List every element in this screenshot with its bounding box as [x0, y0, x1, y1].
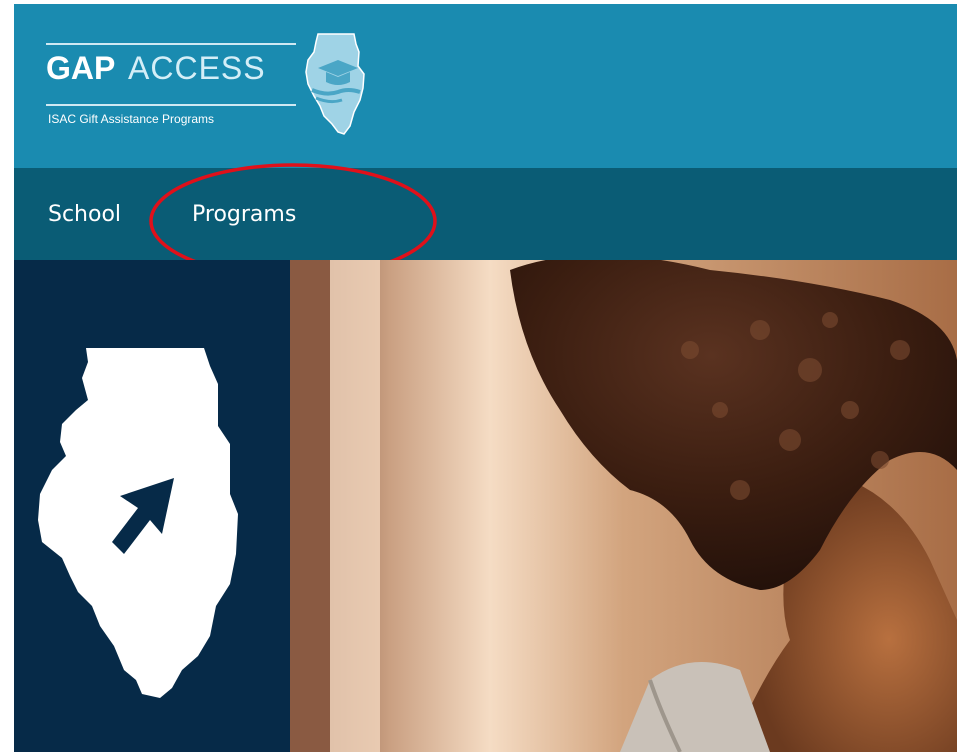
nav-item-school[interactable]: School [48, 202, 121, 227]
page: GAP ACCESS ISAC Gift Assistance Programs… [0, 0, 957, 752]
site-header: GAP ACCESS ISAC Gift Assistance Programs [14, 4, 957, 168]
logo-bottom-rule [46, 104, 296, 106]
logo-access-text: ACCESS [128, 50, 266, 86]
logo-subtitle: ISAC Gift Assistance Programs [48, 112, 215, 126]
logo-top-rule [46, 43, 296, 45]
nav-item-programs[interactable]: Programs [192, 202, 296, 227]
hero-image [290, 260, 957, 752]
main-nav: School Programs [14, 168, 957, 260]
logo-gap-text: GAP [46, 50, 116, 86]
illinois-cursor-icon [38, 348, 238, 698]
sidebar-panel [14, 260, 290, 752]
illinois-graduation-cap-icon [305, 33, 365, 135]
hero-photo-illustration [290, 260, 957, 752]
gap-access-logo[interactable]: GAP ACCESS ISAC Gift Assistance Programs [32, 33, 382, 144]
